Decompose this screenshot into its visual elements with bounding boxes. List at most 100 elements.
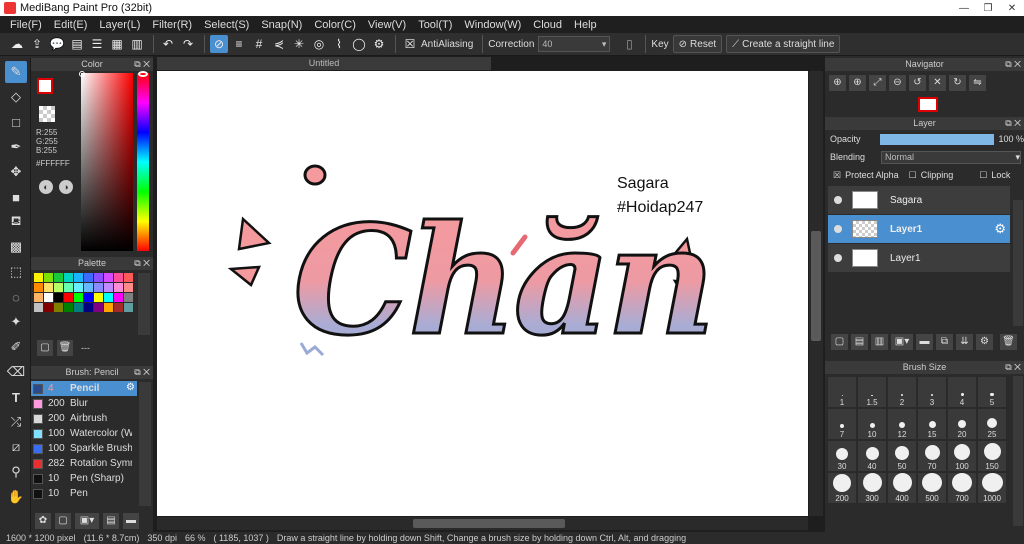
gear-icon[interactable]: ⚙ (994, 221, 1006, 237)
document-tab[interactable]: Untitled (157, 57, 491, 70)
add-palette-icon[interactable]: ▢ (37, 340, 53, 356)
menu-select[interactable]: Select(S) (204, 19, 249, 31)
palette-swatch[interactable] (74, 303, 83, 312)
brush-size-option[interactable]: 700 (947, 472, 977, 504)
palette-swatch[interactable] (74, 283, 83, 292)
redo-icon[interactable]: ↷ (179, 35, 197, 53)
menu-color[interactable]: Color(C) (314, 19, 356, 31)
picker-cursor[interactable] (79, 71, 85, 77)
pen-tool-icon[interactable]: ✒ (5, 136, 27, 158)
grid-snap-icon[interactable]: # (250, 35, 268, 53)
palette-swatch[interactable] (114, 303, 123, 312)
cloud-icon[interactable]: ☁ (8, 35, 26, 53)
color-tool-icon[interactable]: ◑ (59, 180, 73, 194)
panel-controls-icon[interactable]: ⧉ ✕ (134, 58, 150, 71)
palette-swatch[interactable] (44, 293, 53, 302)
brush-list-item[interactable]: 4 Pencil ⚙ (31, 381, 137, 396)
shape-tool-icon[interactable]: □ (5, 111, 27, 133)
scroll-thumb[interactable] (413, 519, 565, 528)
layer-scrollbar[interactable] (1013, 200, 1023, 326)
navigator-preview[interactable] (918, 97, 938, 112)
antialiasing-checkbox[interactable]: ☒ (401, 35, 419, 53)
layer-row[interactable]: Layer1 ⚙ (828, 215, 1010, 243)
palette-swatch[interactable] (44, 283, 53, 292)
palette-swatch[interactable] (104, 273, 113, 282)
menu-window[interactable]: Window(W) (464, 19, 521, 31)
foreground-color-swatch[interactable] (37, 78, 53, 94)
palette-swatch[interactable] (84, 273, 93, 282)
palette-swatch[interactable] (74, 293, 83, 302)
palette-swatch[interactable] (44, 273, 53, 282)
new-layer-icon[interactable]: ▢ (831, 334, 848, 350)
brush-size-option[interactable]: 3 (917, 376, 947, 408)
palette-swatch[interactable] (84, 303, 93, 312)
brush-size-option[interactable]: 1.5 (857, 376, 887, 408)
note-icon[interactable]: ▤ (68, 35, 86, 53)
hue-slider-handle[interactable] (138, 71, 148, 77)
brush-folder-icon[interactable]: ▬ (123, 513, 139, 529)
palette-swatch[interactable] (64, 293, 73, 302)
visibility-icon[interactable] (834, 225, 842, 233)
delete-layer-icon[interactable]: 🗑 (1000, 334, 1017, 350)
palette-swatch[interactable] (84, 293, 93, 302)
merge-layer-icon[interactable]: ⇊ (956, 334, 973, 350)
brush-list-item[interactable]: 200 Blur (31, 396, 137, 411)
lasso-tool-icon[interactable]: ◌ (5, 286, 27, 308)
menu-view[interactable]: View(V) (368, 19, 406, 31)
undo-icon[interactable]: ↶ (159, 35, 177, 53)
panel-controls-icon[interactable]: ⧉ ✕ (1005, 58, 1021, 71)
canvas-horizontal-scrollbar[interactable] (157, 517, 808, 530)
close-button[interactable]: ✕ (1000, 0, 1024, 16)
brush-size-option[interactable]: 15 (917, 408, 947, 440)
new-raster-layer-icon[interactable]: ▤ (851, 334, 868, 350)
palette-swatch[interactable] (94, 283, 103, 292)
menu-cloud[interactable]: Cloud (533, 19, 562, 31)
palette-swatch[interactable] (94, 293, 103, 302)
palette-swatch[interactable] (114, 293, 123, 302)
scroll-thumb[interactable] (811, 231, 821, 341)
lock-checkbox[interactable]: ☐ (979, 170, 987, 181)
menu-tool[interactable]: Tool(T) (418, 19, 452, 31)
text-tool-icon[interactable]: T (5, 386, 27, 408)
palette-swatch[interactable] (64, 303, 73, 312)
brush-duplicate-icon[interactable]: ▣▾ (75, 513, 99, 529)
perspective-snap-icon[interactable]: ⋞ (270, 35, 288, 53)
panel-controls-icon[interactable]: ⧉ ✕ (1005, 117, 1021, 130)
brush-tool-icon[interactable]: ✎ (5, 61, 27, 83)
brush-size-option[interactable]: 4 (947, 376, 977, 408)
fill-rect-tool-icon[interactable]: ■ (5, 186, 27, 208)
brush-size-option[interactable]: 400 (887, 472, 917, 504)
snap-off-icon[interactable]: ⊘ (210, 35, 228, 53)
zoom-in-icon[interactable]: ⊕ (829, 75, 846, 91)
palette-swatch[interactable] (124, 303, 133, 312)
saturation-value-picker[interactable] (81, 73, 133, 251)
palette-swatch[interactable] (114, 283, 123, 292)
blending-select[interactable]: Normal ▾ (881, 150, 1021, 164)
layer-type-menu-icon[interactable]: ▣▾ (891, 334, 913, 350)
flip-icon[interactable]: ⇋ (969, 75, 986, 91)
layer-settings-icon[interactable]: ⚙ (976, 334, 993, 350)
brush-size-scrollbar[interactable] (1013, 376, 1023, 526)
brush-list-item[interactable]: 10 Pen (31, 486, 137, 501)
select-tool-icon[interactable]: ⬚ (5, 261, 27, 283)
eraser-tool-icon[interactable]: ◇ (5, 86, 27, 108)
brush-list-item[interactable]: 200 Airbrush (31, 411, 137, 426)
brush-list-item[interactable]: 282 Rotation Symme (31, 456, 137, 471)
opacity-slider[interactable] (880, 133, 995, 145)
divide-tool-icon[interactable]: ⧄ (5, 436, 27, 458)
palette-swatch[interactable] (64, 273, 73, 282)
ellipse-snap-icon[interactable]: ◯ (350, 35, 368, 53)
brush-size-option[interactable]: 5 (977, 376, 1007, 408)
parallel-snap-icon[interactable]: ≡ (230, 35, 248, 53)
select-pen-tool-icon[interactable]: ✐ (5, 336, 27, 358)
eyedropper-tool-icon[interactable]: ⚲ (5, 461, 27, 483)
palette-swatch[interactable] (54, 303, 63, 312)
hue-slider[interactable] (137, 73, 149, 251)
brush-scrollbar[interactable] (139, 382, 151, 506)
palette-swatch[interactable] (34, 273, 43, 282)
layer-row[interactable]: Layer1 (828, 244, 1010, 272)
canvas-vertical-scrollbar[interactable] (809, 71, 823, 516)
brush-size-option[interactable]: 2 (887, 376, 917, 408)
palette-swatch[interactable] (34, 303, 43, 312)
brush-size-option[interactable]: 500 (917, 472, 947, 504)
